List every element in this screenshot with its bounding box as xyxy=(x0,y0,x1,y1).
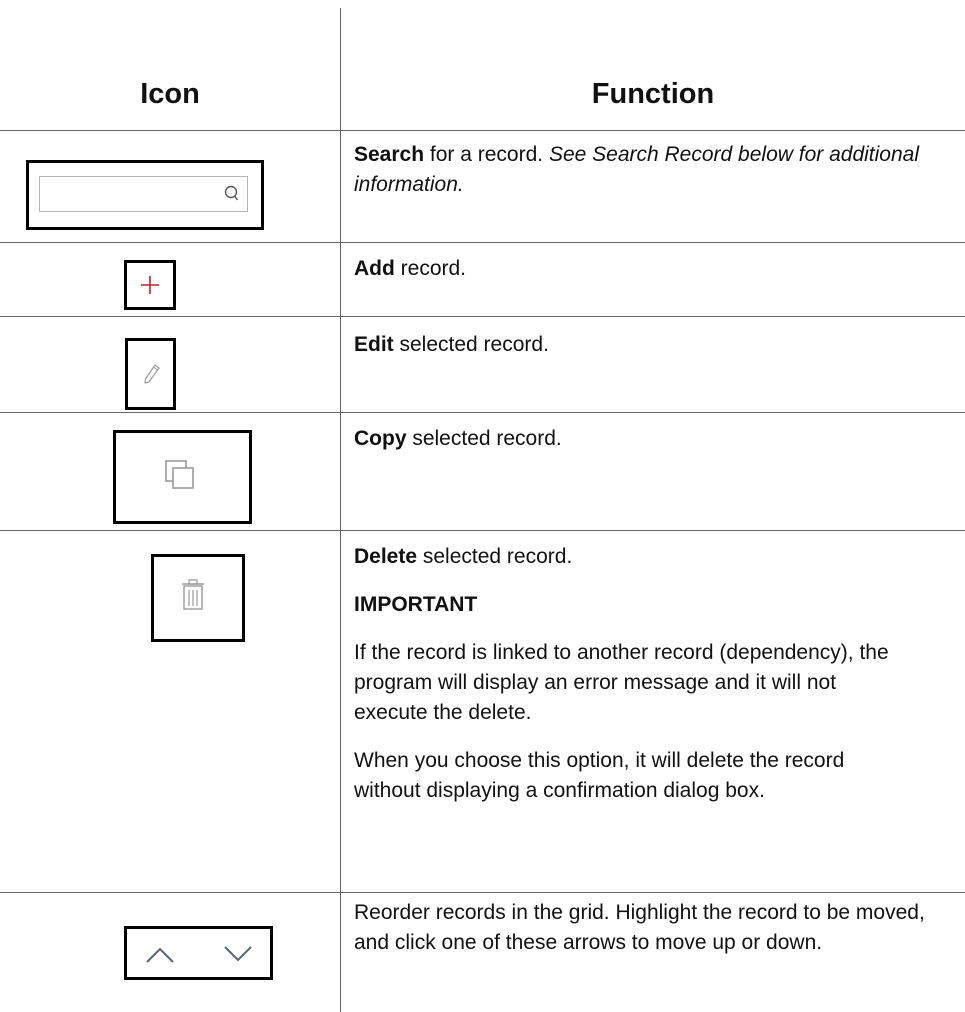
copy-button-sample xyxy=(113,430,252,524)
reorder-description: Reorder records in the grid. Highlight t… xyxy=(354,901,925,954)
copy-description: Copy selected record. xyxy=(354,427,562,450)
delete-description: Delete selected record. IMPORTANT If the… xyxy=(354,542,949,806)
plus-icon xyxy=(141,276,159,294)
no-confirmation-note: When you choose this option, it will del… xyxy=(354,749,845,802)
important-label: IMPORTANT xyxy=(354,593,478,616)
trash-icon xyxy=(182,579,204,610)
search-box-sample xyxy=(26,160,264,230)
up-down-arrows-icon xyxy=(146,946,252,963)
reorder-buttons-sample xyxy=(124,926,273,980)
search-description: Search for a record. See Search Record b… xyxy=(354,143,919,196)
row-rule xyxy=(0,412,965,413)
row-rule xyxy=(0,316,965,317)
copy-icon xyxy=(165,460,194,489)
row-rule xyxy=(0,530,965,531)
dependency-note: If the record is linked to another recor… xyxy=(354,641,889,724)
function-column-header: Function xyxy=(591,78,715,110)
header-bottom-rule xyxy=(0,130,965,131)
row-rule xyxy=(0,892,965,893)
add-description: Add record. xyxy=(354,257,467,280)
row-rule xyxy=(0,242,965,243)
search-icon xyxy=(224,185,239,201)
edit-button-sample xyxy=(125,338,176,410)
search-input-sample xyxy=(39,176,248,212)
pencil-icon xyxy=(144,364,160,384)
column-divider xyxy=(340,8,341,1012)
delete-button-sample xyxy=(151,554,245,642)
edit-description: Edit selected record. xyxy=(354,333,549,356)
icon-column-header: Icon xyxy=(140,78,200,110)
add-button-sample xyxy=(124,260,176,310)
